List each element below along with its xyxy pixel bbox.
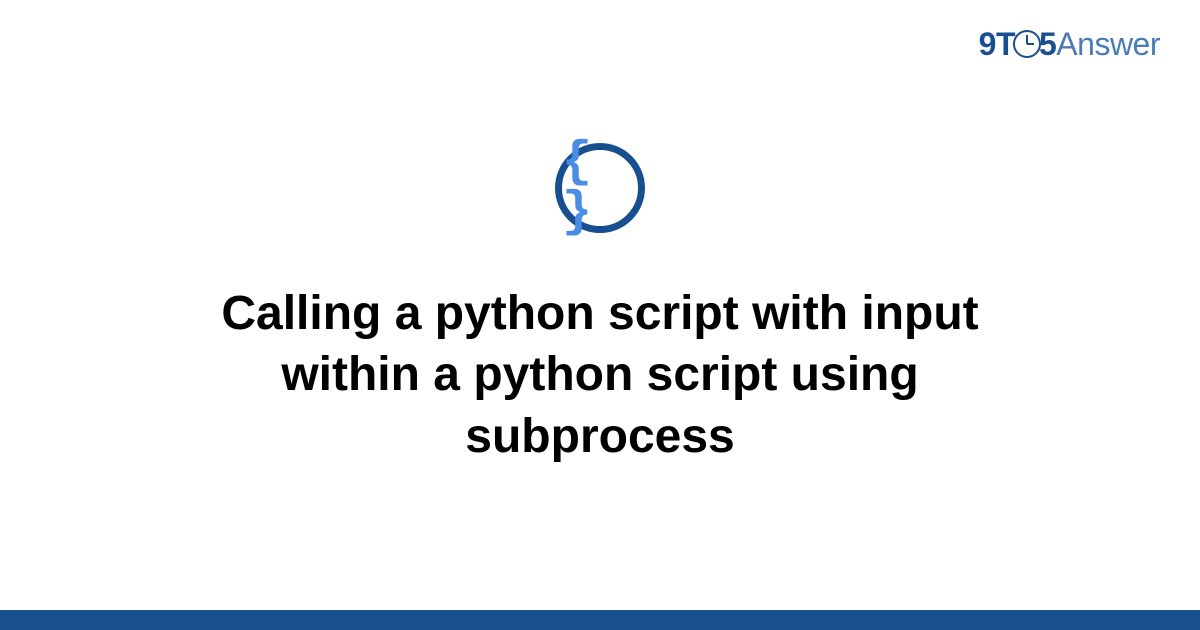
bottom-accent-bar (0, 610, 1200, 630)
page-title: Calling a python script with input withi… (120, 283, 1080, 467)
braces-icon: { } (555, 143, 645, 233)
main-content: { } Calling a python script with input w… (0, 0, 1200, 610)
braces-glyph: { } (562, 138, 638, 238)
